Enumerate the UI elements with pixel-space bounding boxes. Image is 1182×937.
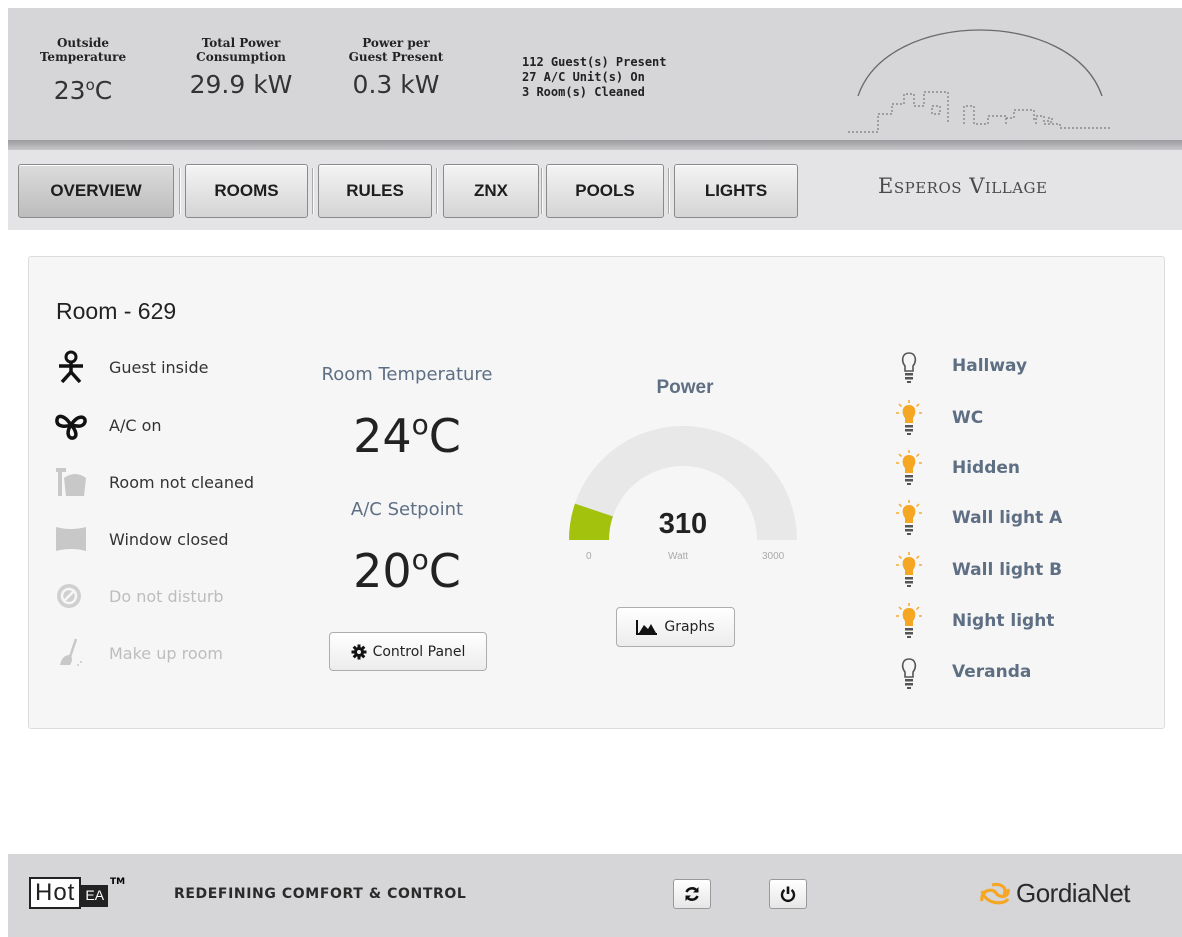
ac-setpoint-value: 20oC: [353, 543, 461, 598]
tab-rules[interactable]: RULES: [318, 164, 432, 218]
power-value: 310: [658, 508, 708, 540]
header-divider: [8, 140, 1182, 150]
stat-label: Consumption: [196, 50, 286, 64]
refresh-icon: [685, 887, 699, 901]
light-name: Wall light B: [952, 560, 1063, 580]
light-bulb-on-icon: [896, 602, 922, 640]
light-bulb-on-icon: [896, 399, 922, 437]
light-name: Veranda: [952, 662, 1032, 682]
graphs-button[interactable]: Graphs: [616, 607, 735, 647]
status-label: Guest inside: [109, 357, 209, 377]
status-label: Do not disturb: [109, 586, 224, 606]
light-name: Night light: [952, 611, 1055, 631]
tagline: REDEFINING COMFORT & CONTROL: [174, 886, 467, 902]
status-label: A/C on: [109, 415, 162, 435]
broom-icon: [54, 636, 94, 670]
outside-temperature-value: 23oC: [53, 76, 113, 105]
room-temperature-value: 24oC: [353, 408, 461, 463]
nav-separator: [541, 168, 543, 214]
refresh-button[interactable]: [673, 879, 711, 909]
window-icon: [54, 522, 94, 556]
bucket-icon: [54, 465, 94, 499]
graphs-label: Graphs: [664, 619, 715, 635]
light-name: Hidden: [952, 458, 1021, 478]
status-guest-inside: Guest inside: [54, 350, 294, 384]
person-icon: [54, 350, 94, 384]
knot-icon: [980, 882, 1010, 904]
control-panel-label: Control Panel: [372, 643, 466, 660]
light-item[interactable]: Hidden: [896, 449, 1020, 487]
status-make-up-room: Make up room: [54, 636, 294, 670]
total-power-value: 29.9 kW: [189, 70, 293, 99]
power-icon: [780, 886, 796, 902]
tab-rooms[interactable]: ROOMS: [185, 164, 308, 218]
guests-present-text: 112 Guest(s) Present: [522, 55, 667, 69]
light-name: Wall light A: [952, 508, 1063, 528]
tab-pools[interactable]: POOLS: [546, 164, 664, 218]
nav-separator: [436, 168, 438, 214]
stat-label: Guest Present: [348, 50, 444, 64]
hotea-logo: Hot EA TM: [29, 877, 125, 909]
light-item[interactable]: Hallway: [896, 347, 1027, 385]
vendor-name: GordiaNet: [1016, 878, 1131, 908]
stat-label: Temperature: [39, 50, 127, 64]
tab-overview[interactable]: OVERVIEW: [18, 164, 174, 218]
ac-setpoint-label: A/C Setpoint: [350, 499, 464, 520]
control-panel-button[interactable]: Control Panel: [329, 632, 487, 671]
room-temperature-label: Room Temperature: [321, 364, 493, 385]
gauge-unit-label: Watt: [668, 551, 689, 562]
area-chart-icon: [636, 620, 658, 635]
status-label: Make up room: [109, 643, 224, 663]
status-room-not-cleaned: Room not cleaned: [54, 465, 294, 499]
light-bulb-off-icon: [896, 347, 922, 385]
tab-znx[interactable]: ZNX: [443, 164, 539, 218]
status-label: Room not cleaned: [109, 472, 254, 492]
stat-label: Outside: [56, 36, 110, 50]
stat-label: Power per: [362, 36, 430, 50]
power-per-guest-stat: Power per Guest Present 0.3 kW: [326, 36, 466, 100]
power-per-guest-value: 0.3 kW: [352, 70, 440, 99]
gauge-min-label: 0: [586, 551, 592, 562]
light-item[interactable]: WC: [896, 399, 983, 437]
stat-label: Total Power: [201, 36, 281, 50]
light-item[interactable]: Wall light B: [896, 551, 1062, 589]
occupancy-summary: 112 Guest(s) Present 27 A/C Unit(s) On 3…: [522, 55, 667, 100]
light-bulb-on-icon: [896, 551, 922, 589]
nav-separator: [179, 168, 181, 214]
village-logo-icon: [848, 29, 1110, 133]
light-bulb-off-icon: [896, 653, 922, 691]
power-title: Power: [656, 377, 714, 398]
light-item[interactable]: Night light: [896, 602, 1054, 640]
tab-lights[interactable]: LIGHTS: [674, 164, 798, 218]
no-entry-icon: [54, 579, 94, 613]
total-power-stat: Total Power Consumption 29.9 kW: [176, 36, 306, 100]
status-do-not-disturb: Do not disturb: [54, 579, 294, 613]
status-label: Window closed: [109, 529, 229, 549]
light-bulb-on-icon: [896, 449, 922, 487]
gear-icon: [351, 644, 367, 659]
status-ac-on: A/C on: [54, 408, 294, 442]
trademark: TM: [110, 877, 126, 887]
light-bulb-on-icon: [896, 499, 922, 537]
nav-separator: [668, 168, 670, 214]
light-item[interactable]: Veranda: [896, 653, 1031, 691]
gauge-max-label: 3000: [762, 551, 785, 562]
light-name: WC: [952, 408, 984, 428]
brand-ea: EA: [81, 885, 109, 907]
ac-units-on-text: 27 A/C Unit(s) On: [522, 70, 645, 84]
brand-hot: Hot: [29, 877, 82, 909]
room-title: Room - 629: [56, 298, 177, 324]
power-off-button[interactable]: [769, 879, 807, 909]
gordianet-logo: GordiaNet: [978, 878, 1131, 909]
nav-separator: [312, 168, 314, 214]
site-name: Esperos Village: [878, 174, 1048, 198]
status-window-closed: Window closed: [54, 522, 294, 556]
light-name: Hallway: [952, 356, 1028, 376]
fan-icon: [54, 408, 94, 442]
light-item[interactable]: Wall light A: [896, 499, 1062, 537]
outside-temperature-stat: Outside Temperature 23oC: [28, 36, 138, 106]
rooms-cleaned-text: 3 Room(s) Cleaned: [522, 85, 645, 99]
